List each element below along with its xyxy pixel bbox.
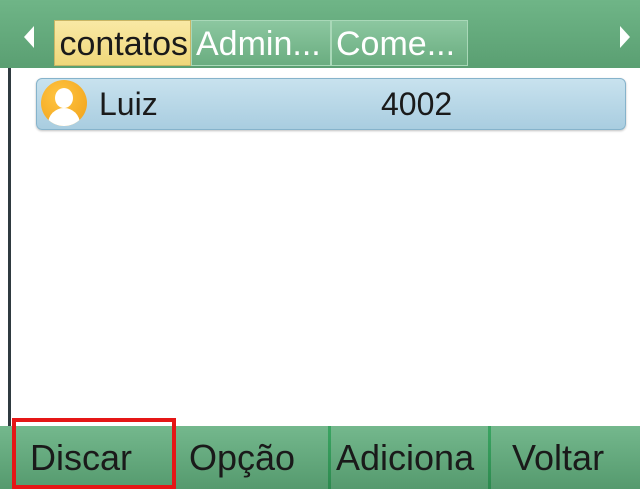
tab-comercial-label: Come...	[336, 25, 456, 63]
contact-list-item[interactable]: Luiz 4002	[36, 78, 626, 130]
tab-all-contacts[interactable]: Todos os contatos	[54, 20, 191, 66]
option-softkey[interactable]: Opção	[186, 426, 328, 489]
softkey-bar: Discar Opção Adiciona Voltar	[0, 426, 640, 489]
add-softkey[interactable]: Adiciona	[334, 426, 488, 489]
contact-number: 4002	[381, 86, 453, 122]
tab-all-contacts-label: Todos os contatos	[55, 25, 188, 63]
user-avatar-icon	[41, 80, 87, 126]
tab-admin-label: Admin...	[196, 25, 321, 63]
back-softkey[interactable]: Voltar	[494, 426, 640, 489]
screen-left-border	[8, 66, 11, 426]
dial-softkey-label: Discar	[30, 437, 133, 478]
softkey-divider	[328, 426, 331, 489]
tab-admin[interactable]: Admin...	[191, 20, 331, 66]
softkey-divider	[488, 426, 491, 489]
tab-scroll-left-icon[interactable]	[24, 26, 34, 48]
option-softkey-label: Opção	[189, 437, 296, 478]
tab-scroll-right-icon[interactable]	[620, 26, 630, 48]
contact-group-tabbar: Todos os contatos Admin... Come...	[0, 0, 640, 68]
add-softkey-label: Adiciona	[336, 437, 475, 478]
dial-softkey[interactable]: Discar	[14, 426, 172, 489]
phone-screen: Todos os contatos Admin... Come... Luiz …	[0, 0, 640, 489]
tab-comercial[interactable]: Come...	[331, 20, 468, 66]
contact-name: Luiz	[99, 86, 158, 122]
back-softkey-label: Voltar	[512, 437, 605, 478]
softkey-divider	[172, 426, 175, 489]
